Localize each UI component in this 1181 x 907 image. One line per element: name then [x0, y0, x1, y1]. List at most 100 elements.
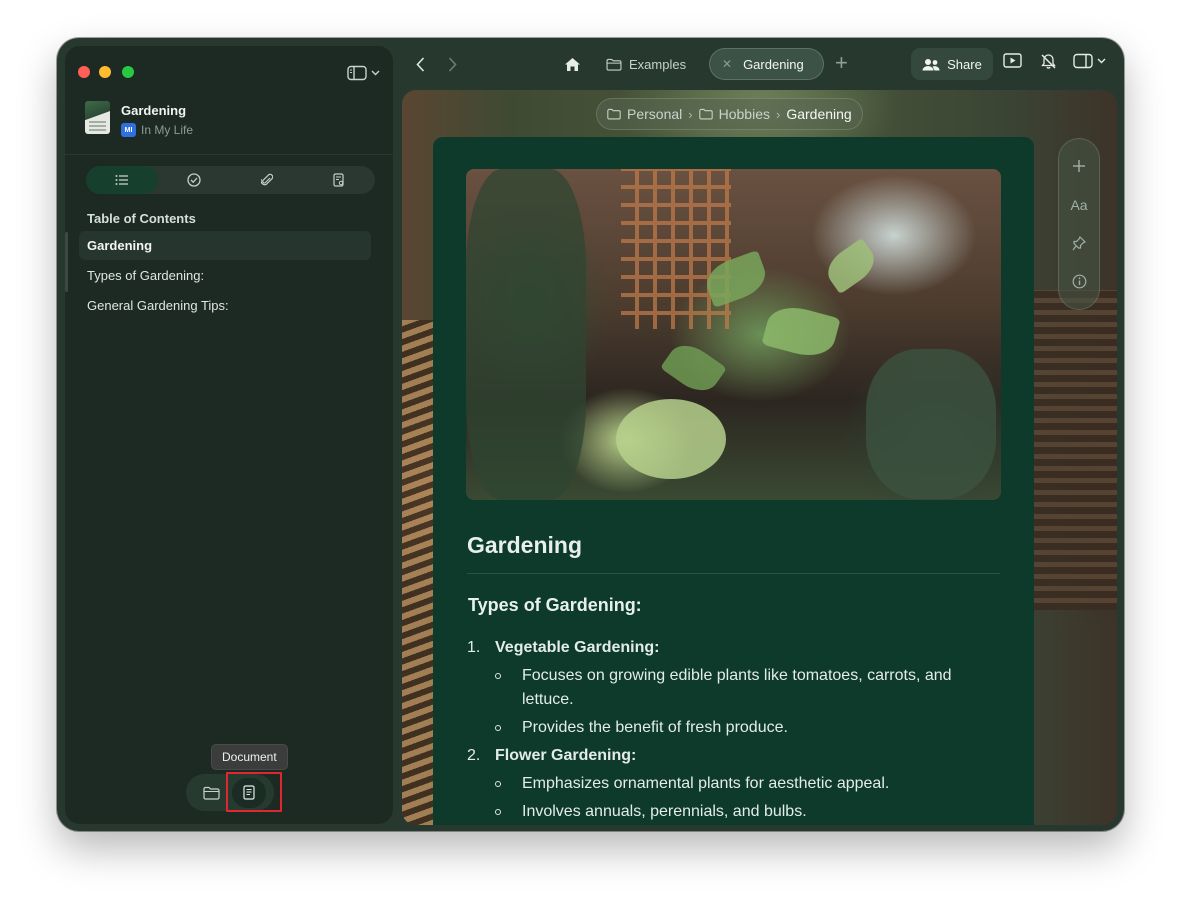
bullet-item: Emphasizes ornamental plants for aesthet… — [467, 772, 987, 796]
attachments-tab[interactable] — [231, 166, 303, 194]
breadcrumb-label: Personal — [627, 106, 683, 122]
outline-tab[interactable] — [86, 166, 159, 194]
font-style-icon: Aa — [1070, 196, 1088, 213]
tab-examples[interactable]: Examples — [594, 48, 698, 80]
document-tooltip: Document — [211, 744, 288, 770]
document-title: Gardening — [121, 103, 187, 118]
toc-scroll-indicator — [65, 232, 68, 292]
sidebar-toggle-button[interactable] — [347, 62, 385, 84]
breadcrumb: Personal › Hobbies › Gardening — [596, 98, 863, 130]
document-header[interactable]: Gardening MI In My Life — [85, 101, 193, 137]
plus-icon — [1073, 160, 1085, 173]
list-icon — [115, 175, 129, 185]
sidebar-icon — [347, 65, 367, 81]
forward-button[interactable] — [442, 54, 462, 74]
home-button[interactable] — [561, 53, 583, 75]
cover-image-detail — [616, 399, 726, 479]
zoom-window-button[interactable] — [122, 66, 134, 78]
search-doc-icon — [333, 173, 344, 187]
document-icon — [243, 785, 255, 800]
back-button[interactable] — [410, 54, 430, 74]
bullet-item: Focuses on growing edible plants like to… — [467, 664, 987, 712]
bullet-icon — [495, 716, 522, 740]
tab-label: Gardening — [743, 56, 804, 72]
info-button[interactable] — [1064, 267, 1094, 297]
chevron-right-icon — [448, 56, 457, 72]
document-card: Gardening Types of Gardening: 1. Vegetab… — [433, 137, 1034, 825]
bullet-text: Emphasizes ornamental plants for aesthet… — [522, 775, 890, 792]
cover-image-detail — [761, 300, 841, 363]
document-view-button[interactable] — [232, 777, 266, 808]
sidebar: Gardening MI In My Life Table of Content… — [64, 45, 394, 825]
floating-toolbar: Aa — [1058, 138, 1100, 310]
play-icon — [1003, 53, 1022, 68]
chevron-down-icon — [371, 70, 380, 76]
bullet-text: Involves annuals, perennials, and bulbs. — [522, 803, 807, 820]
chevron-right-icon: › — [688, 106, 693, 122]
bullet-text: Focuses on growing edible plants like to… — [522, 667, 952, 708]
chevron-right-icon: › — [775, 106, 781, 122]
toolbar: Examples ✕ Gardening + Share — [397, 38, 1124, 90]
list-number: 2. — [467, 747, 481, 764]
bullet-item: Provides the benefit of fresh produce. — [467, 716, 987, 740]
breadcrumb-item-hobbies[interactable]: Hobbies — [698, 106, 770, 122]
cover-image[interactable] — [466, 169, 1001, 500]
folder-icon — [607, 108, 621, 120]
space-badge: MI — [121, 123, 136, 137]
breadcrumb-item-gardening[interactable]: Gardening — [786, 106, 851, 122]
list-number: 1. — [467, 639, 481, 656]
tab-gardening[interactable]: ✕ Gardening — [709, 48, 824, 80]
tasks-tab[interactable] — [158, 166, 230, 194]
list-item: 1. Vegetable Gardening: — [467, 636, 987, 660]
title-divider — [467, 573, 1000, 574]
document-location: In My Life — [141, 123, 194, 137]
home-icon — [564, 57, 580, 71]
sidebar-divider — [65, 154, 393, 155]
ordered-list: 1. Vegetable Gardening: Focuses on growi… — [467, 632, 987, 824]
bullet-icon — [495, 664, 522, 712]
list-item: 2. Flower Gardening: — [467, 744, 987, 768]
bell-slash-icon — [1041, 54, 1056, 69]
share-button[interactable]: Share — [911, 48, 993, 80]
chevron-left-icon — [415, 56, 424, 72]
tab-label: Examples — [629, 56, 687, 72]
sidebar-segmented-control — [86, 166, 375, 194]
app-window: Gardening MI In My Life Table of Content… — [57, 38, 1124, 831]
toc-item-general-tips[interactable]: General Gardening Tips: — [79, 291, 371, 320]
search-document-tab[interactable] — [303, 166, 375, 194]
people-icon — [922, 58, 940, 70]
minimize-window-button[interactable] — [99, 66, 111, 78]
text-style-button[interactable]: Aa — [1064, 190, 1094, 220]
cover-image-detail — [466, 169, 586, 500]
document-title: Gardening — [467, 532, 583, 558]
section-heading: Types of Gardening: — [468, 595, 642, 615]
pin-icon — [1072, 235, 1086, 251]
folder-icon — [698, 108, 713, 120]
check-circle-icon — [187, 173, 202, 187]
share-label: Share — [947, 56, 982, 72]
info-icon — [1072, 274, 1086, 289]
breadcrumb-item-personal[interactable]: Personal — [607, 106, 682, 122]
new-tab-button[interactable]: + — [835, 52, 848, 74]
cover-image-detail — [820, 237, 882, 295]
toc-item-types-of-gardening[interactable]: Types of Gardening: — [79, 261, 371, 290]
bullet-icon — [495, 772, 522, 796]
bullet-text: Provides the benefit of fresh produce. — [522, 719, 788, 736]
right-panel-toggle[interactable] — [1073, 53, 1106, 69]
paperclip-icon — [260, 173, 273, 186]
folder-view-button[interactable] — [194, 778, 228, 808]
folder-icon — [202, 786, 220, 800]
close-window-button[interactable] — [78, 66, 90, 78]
close-tab-icon[interactable]: ✕ — [722, 57, 732, 71]
toc-item-gardening[interactable]: Gardening — [79, 231, 371, 260]
bullet-item: Involves annuals, perennials, and bulbs. — [467, 800, 987, 824]
present-button[interactable] — [1003, 53, 1022, 68]
sidebar-right-icon — [1073, 53, 1093, 69]
pin-button[interactable] — [1064, 228, 1094, 258]
sidebar-mode-switch — [186, 774, 274, 811]
insert-button[interactable] — [1064, 151, 1094, 181]
notifications-button[interactable] — [1040, 53, 1057, 70]
list-item-title: Vegetable Gardening: — [495, 639, 660, 656]
breadcrumb-label: Hobbies — [718, 106, 770, 122]
toc-heading: Table of Contents — [87, 211, 196, 226]
